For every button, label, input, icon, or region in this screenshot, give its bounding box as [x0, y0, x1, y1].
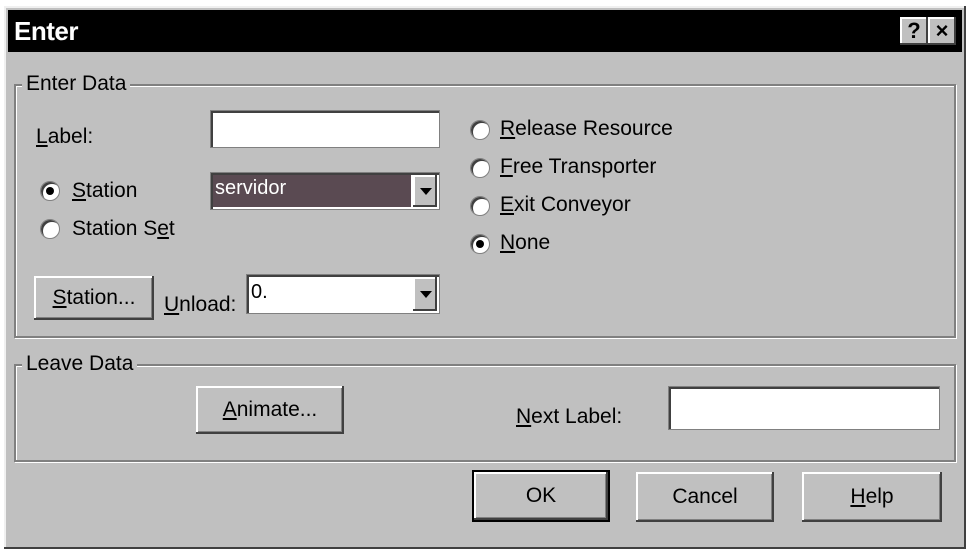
unload-combo[interactable]: 0. [246, 274, 440, 314]
unload-caption: Unload: [164, 293, 237, 316]
release-resource-label: Release Resource [500, 117, 673, 140]
station-radio[interactable] [40, 181, 60, 201]
exit-conveyor-radio[interactable] [470, 196, 490, 216]
station-button[interactable]: Station... [34, 276, 154, 320]
none-label: None [500, 231, 551, 254]
title-bar[interactable]: Enter ? × [8, 10, 962, 52]
enter-dialog: Enter ? × Enter Data Label: Station Stat… [4, 6, 966, 549]
free-transporter-label: Free Transporter [500, 155, 657, 178]
station-radio-label: Station [72, 179, 138, 202]
window-title: Enter [14, 16, 78, 46]
station-set-radio[interactable] [40, 219, 60, 239]
station-combo[interactable]: servidor [210, 172, 440, 210]
chevron-down-icon[interactable] [413, 277, 437, 311]
close-icon[interactable]: × [928, 17, 956, 45]
release-resource-radio[interactable] [470, 120, 490, 140]
none-radio[interactable] [470, 234, 490, 254]
next-label-caption: Next Label: [516, 405, 623, 428]
help-icon[interactable]: ? [900, 17, 928, 45]
label-input[interactable] [210, 110, 440, 148]
cancel-button[interactable]: Cancel [636, 472, 774, 522]
station-combo-value: servidor [215, 177, 287, 199]
unload-combo-value: 0. [251, 281, 268, 303]
free-transporter-radio[interactable] [470, 158, 490, 178]
animate-button[interactable]: Animate... [196, 386, 344, 434]
exit-conveyor-label: Exit Conveyor [500, 193, 631, 216]
station-set-radio-label: Station Set [72, 217, 175, 240]
label-caption: Label: [36, 125, 94, 148]
chevron-down-icon[interactable] [413, 175, 437, 207]
leave-data-legend: Leave Data [22, 352, 138, 376]
ok-button[interactable]: OK [472, 470, 610, 522]
enter-data-legend: Enter Data [22, 72, 131, 96]
help-button[interactable]: Help [802, 472, 942, 522]
next-label-input[interactable] [668, 386, 940, 430]
